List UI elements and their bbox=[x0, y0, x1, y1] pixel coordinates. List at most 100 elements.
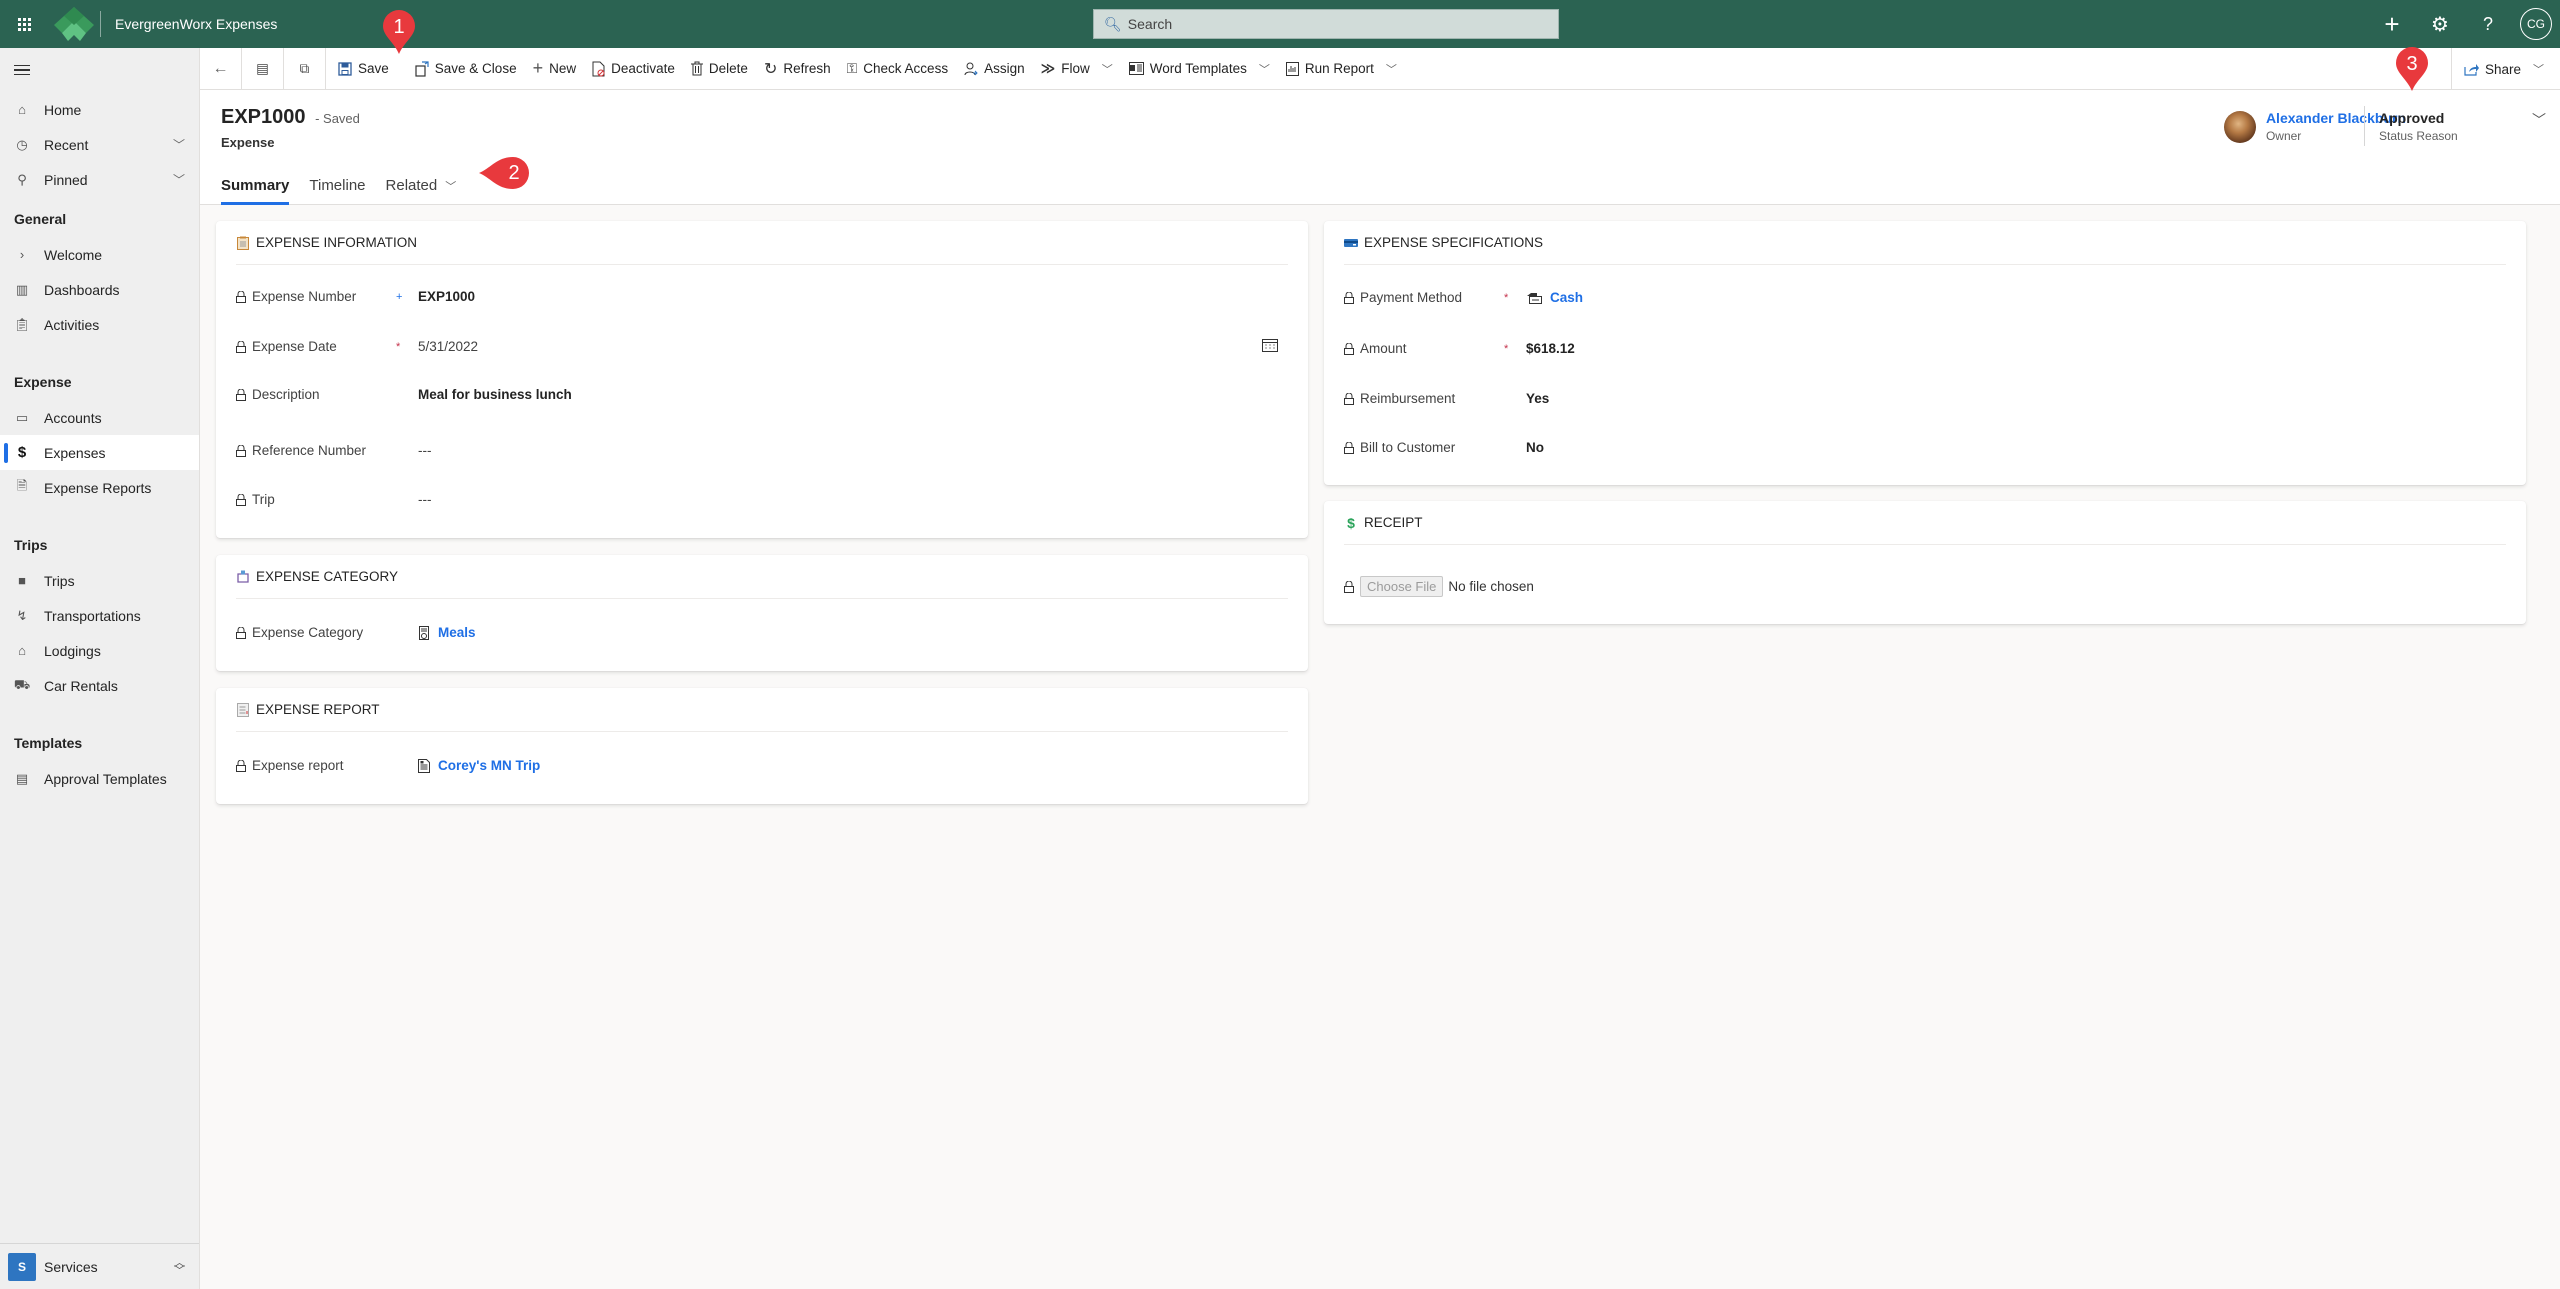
header-expand-chevron-icon[interactable]: ﹀ bbox=[2532, 110, 2546, 130]
section-title: EXPENSE SPECIFICATIONS bbox=[1364, 235, 1544, 250]
tab-summary[interactable]: Summary bbox=[221, 166, 290, 205]
flow-button[interactable]: ≫ Flow ﹀ bbox=[1033, 48, 1121, 90]
sidebar: ⌂ Home ◷ Recent ﹀ ⚲ Pinned ﹀ General › W… bbox=[0, 48, 200, 1289]
sidebar-item-approval-templates[interactable]: ▤ Approval Templates bbox=[0, 761, 199, 796]
lodging-icon: ⌂ bbox=[18, 643, 26, 658]
record-set-button[interactable]: ▤ bbox=[242, 47, 284, 90]
calendar-icon[interactable] bbox=[1262, 338, 1278, 355]
deactivate-button[interactable]: Deactivate bbox=[584, 48, 683, 90]
hamburger-icon bbox=[14, 62, 30, 79]
tab-related-label: Related bbox=[385, 177, 438, 194]
field-value[interactable]: 5/31/2022 bbox=[418, 339, 478, 354]
section-header: EXPENSE SPECIFICATIONS bbox=[1344, 221, 2506, 265]
save-close-icon bbox=[415, 60, 429, 77]
sidebar-item-pinned[interactable]: ⚲ Pinned ﹀ bbox=[0, 162, 199, 197]
sidebar-item-recent[interactable]: ◷ Recent ﹀ bbox=[0, 127, 199, 162]
field-value[interactable]: $618.12 bbox=[1526, 341, 1575, 356]
new-record-button[interactable]: + bbox=[2368, 0, 2416, 48]
chevron-down-icon[interactable]: ﹀ bbox=[173, 171, 185, 188]
delete-button[interactable]: Delete bbox=[683, 48, 756, 90]
field-reference-number: Reference Number --- bbox=[236, 443, 1288, 458]
required-marker: * bbox=[396, 340, 401, 353]
recommended-marker: + bbox=[396, 290, 403, 303]
field-value[interactable]: EXP1000 bbox=[418, 289, 475, 304]
tab-timeline[interactable]: Timeline bbox=[309, 166, 365, 205]
sidebar-item-activities[interactable]: 📋︎ Activities bbox=[0, 307, 199, 342]
field-value[interactable]: --- bbox=[418, 492, 432, 507]
user-avatar-button[interactable]: CG bbox=[2520, 8, 2552, 40]
back-button[interactable]: ← bbox=[200, 47, 242, 90]
expense-specifications-section: EXPENSE SPECIFICATIONS Payment Method * … bbox=[1324, 221, 2526, 485]
open-new-window-button[interactable]: ⧉ bbox=[284, 47, 326, 90]
share-button[interactable]: Share ﹀ bbox=[2450, 48, 2560, 90]
check-access-button[interactable]: ⚿ Check Access bbox=[839, 48, 956, 90]
sidebar-item-label: Transportations bbox=[44, 607, 141, 624]
app-launcher-button[interactable] bbox=[0, 0, 48, 48]
required-marker: * bbox=[1504, 342, 1509, 355]
lock-icon bbox=[236, 759, 248, 772]
record-name: EXP1000 bbox=[221, 106, 306, 128]
logo-divider bbox=[100, 11, 101, 37]
sidebar-item-transportations[interactable]: ↯ Transportations bbox=[0, 598, 199, 633]
tab-related[interactable]: Related ﹀ bbox=[386, 166, 457, 205]
sidebar-item-dashboards[interactable]: ▥ Dashboards bbox=[0, 272, 199, 307]
help-button[interactable]: ? bbox=[2464, 0, 2512, 48]
sidebar-item-expenses[interactable]: $ Expenses bbox=[0, 435, 199, 470]
sidebar-item-trips[interactable]: ■ Trips bbox=[0, 563, 199, 598]
field-value[interactable]: No bbox=[1526, 440, 1544, 455]
sidebar-item-label: Car Rentals bbox=[44, 677, 118, 694]
sidebar-item-expense-reports[interactable]: 🗎︎ Expense Reports bbox=[0, 470, 199, 505]
settings-button[interactable]: ⚙ bbox=[2416, 0, 2464, 48]
field-label: Amount bbox=[1360, 341, 1407, 356]
field-value[interactable]: Yes bbox=[1526, 391, 1549, 406]
dashboard-icon: ▥ bbox=[15, 281, 29, 297]
field-label: Payment Method bbox=[1360, 290, 1463, 305]
sidebar-group-trips: Trips bbox=[14, 537, 48, 553]
sidebar-toggle-button[interactable] bbox=[0, 48, 199, 92]
sidebar-item-car-rentals[interactable]: ⛟ Car Rentals bbox=[0, 668, 199, 703]
sidebar-item-home[interactable]: ⌂ Home bbox=[0, 92, 199, 127]
entity-name: Expense bbox=[221, 135, 275, 150]
sidebar-item-welcome[interactable]: › Welcome bbox=[0, 237, 199, 272]
section-title: RECEIPT bbox=[1364, 515, 1423, 530]
dollar-icon: $ bbox=[17, 444, 27, 461]
status-reason-label: Status Reason bbox=[2379, 129, 2458, 143]
status-reason-field[interactable]: Approved Status Reason bbox=[2364, 106, 2504, 146]
field-value[interactable]: Meal for business lunch bbox=[418, 387, 572, 402]
choose-file-button[interactable]: Choose File bbox=[1360, 576, 1444, 597]
assign-button[interactable]: Assign bbox=[956, 48, 1033, 90]
sidebar-item-accounts[interactable]: ▭ Accounts bbox=[0, 400, 199, 435]
field-payment-method: Payment Method * Cash bbox=[1344, 290, 2506, 305]
callout-number: 2 bbox=[508, 162, 520, 184]
expense-category-section: EXPENSE CATEGORY Expense Category Meals bbox=[216, 555, 1308, 671]
lock-icon bbox=[236, 626, 248, 639]
field-value: Cash bbox=[1550, 290, 1584, 305]
home-icon: ⌂ bbox=[18, 102, 26, 117]
area-switcher[interactable]: S Services ︿ ﹀ bbox=[0, 1243, 199, 1289]
meals-icon bbox=[418, 625, 430, 640]
lock-icon bbox=[1344, 580, 1356, 593]
report-icon: 🗎︎ bbox=[16, 477, 28, 493]
new-button[interactable]: + New bbox=[525, 48, 585, 90]
chevron-down-icon[interactable]: ﹀ bbox=[173, 136, 185, 153]
run-report-button[interactable]: Run Report ﹀ bbox=[1278, 48, 1405, 90]
field-label: Expense report bbox=[252, 758, 344, 773]
word-templates-button[interactable]: Word Templates ﹀ bbox=[1121, 48, 1278, 90]
field-value: Corey's MN Trip bbox=[438, 758, 541, 773]
chevron-down-icon: ﹀ bbox=[1385, 63, 1397, 76]
section-header: $ RECEIPT bbox=[1344, 501, 2506, 545]
field-label: Expense Number bbox=[252, 289, 357, 304]
search-input[interactable]: 🔍︎ Search bbox=[1093, 9, 1559, 39]
required-marker: * bbox=[1504, 291, 1509, 304]
callout-marker-2: 2 bbox=[477, 154, 541, 192]
lock-icon bbox=[236, 444, 248, 457]
refresh-button[interactable]: ↻ Refresh bbox=[756, 48, 839, 90]
sidebar-item-lodgings[interactable]: ⌂ Lodgings bbox=[0, 633, 199, 668]
payment-method-link[interactable]: Cash bbox=[1526, 290, 1583, 305]
expense-category-link[interactable]: Meals bbox=[418, 625, 476, 640]
sidebar-item-label: Welcome bbox=[44, 246, 103, 263]
expense-report-link[interactable]: Corey's MN Trip bbox=[418, 758, 540, 773]
callout-marker-3: 3 bbox=[2393, 45, 2431, 93]
field-value[interactable]: --- bbox=[418, 443, 432, 458]
callout-number: 3 bbox=[2406, 53, 2418, 75]
